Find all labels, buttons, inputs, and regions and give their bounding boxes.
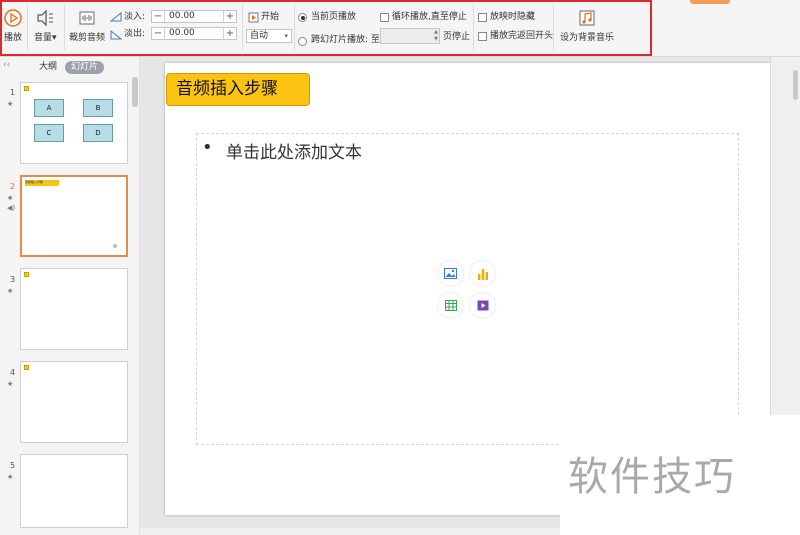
top-accent-tab[interactable] [690, 0, 730, 4]
slide-thumbnail-4[interactable] [20, 361, 128, 443]
start-label: 开始 [261, 12, 280, 22]
hide-during-show-checkbox[interactable] [478, 13, 487, 22]
chevron-down-icon: ▾ [284, 32, 288, 40]
collapse-panel-icon[interactable]: ‹‹ [3, 60, 10, 71]
loop-label: 循环播放,直至停止 [392, 12, 467, 22]
slide-number: 1 [10, 88, 16, 97]
start-mode-value: 自动 [250, 31, 269, 41]
diagram-box-c: C [34, 124, 64, 142]
diagram-box-a: A [34, 99, 64, 117]
separator [64, 4, 65, 50]
page-stop-label: 页停止 [443, 32, 471, 42]
table-icon [444, 300, 457, 311]
slide-thumbnail-5[interactable] [20, 454, 128, 528]
start-mode-select[interactable]: 自动 ▾ [246, 29, 292, 43]
trim-audio-icon [79, 11, 95, 25]
title-placeholder-marker [24, 365, 29, 370]
fade-in-decrement-button[interactable]: − [152, 11, 165, 22]
volume-button[interactable]: 音量▾ [34, 8, 57, 43]
trim-audio-button[interactable]: 裁剪音频 [69, 8, 105, 43]
fade-in-stepper[interactable]: − 00.00 + [151, 10, 237, 23]
title-placeholder-marker [24, 272, 29, 277]
insert-table-button[interactable] [438, 293, 463, 318]
rewind-checkbox[interactable] [478, 32, 487, 41]
fade-out-value[interactable]: 00.00 [165, 28, 223, 39]
stop-page-input[interactable]: ▲ ▼ [380, 28, 440, 44]
diagram-box-d: D [83, 124, 113, 142]
fade-in-label: 淡入: [124, 12, 146, 22]
play-icon [4, 9, 22, 27]
separator [27, 4, 28, 50]
animation-star-icon: ★ [7, 473, 14, 481]
insert-chart-button[interactable] [470, 261, 495, 286]
set-background-music-button[interactable]: 设为背景音乐 [560, 8, 614, 43]
placeholder-text[interactable]: 单击此处添加文本 [226, 138, 362, 163]
separator [553, 4, 554, 50]
slide-number: 3 [10, 275, 16, 284]
separator [294, 4, 295, 50]
fade-in-value[interactable]: 00.00 [165, 11, 223, 22]
separator [242, 4, 243, 50]
title-placeholder-marker [24, 86, 29, 91]
chart-icon [477, 268, 488, 280]
ribbon: 播放 音量▾ 裁剪音频 淡入: − 00.00 + 淡出: − 00.00 + [0, 0, 800, 57]
video-icon [477, 300, 488, 311]
fade-in-increment-button[interactable]: + [223, 11, 236, 22]
slide-number: 4 [10, 368, 16, 377]
start-icon [248, 12, 259, 23]
insert-media-button[interactable] [470, 293, 495, 318]
diagram-box-b: B [83, 99, 113, 117]
volume-label: 音量▾ [34, 33, 57, 43]
trim-audio-label: 裁剪音频 [69, 33, 106, 43]
picture-icon [444, 268, 457, 279]
animation-star-icon: ★ [7, 287, 14, 295]
mini-slide-title: 音频插入步骤 [25, 180, 59, 186]
insert-picture-button[interactable] [438, 261, 463, 286]
background-music-label: 设为背景音乐 [560, 33, 615, 43]
loop-checkbox[interactable] [380, 13, 389, 22]
fade-out-icon [110, 30, 122, 40]
slide-title[interactable]: 音频插入步骤 [166, 73, 310, 106]
canvas-scrollbar[interactable] [793, 70, 798, 100]
bullet-marker: • [202, 137, 213, 158]
status-bar [140, 528, 560, 535]
animation-star-icon: ★ [7, 194, 14, 202]
slide-number: 5 [10, 461, 16, 470]
slide-number: 2 [10, 182, 16, 191]
current-page-label: 当前页播放 [311, 12, 357, 22]
audio-icon: ◀) [7, 204, 16, 212]
play-label: 播放 [3, 33, 22, 43]
slide-thumbnail-2[interactable]: 音频插入步骤 [20, 175, 128, 257]
play-button[interactable]: 播放 [3, 8, 23, 43]
animation-star-icon: ★ [7, 380, 14, 388]
cross-slide-label: 跨幻灯片播放: 至 [311, 35, 380, 45]
fade-out-decrement-button[interactable]: − [152, 28, 165, 39]
fade-in-icon [110, 12, 122, 22]
separator [473, 4, 474, 50]
spin-arrows-icon[interactable]: ▲ ▼ [434, 29, 438, 43]
speaker-icon [37, 9, 54, 27]
fade-out-increment-button[interactable]: + [223, 28, 236, 39]
panel-scrollbar[interactable] [132, 77, 138, 107]
cross-slide-radio[interactable] [298, 37, 307, 46]
tab-slides[interactable]: 幻灯片 [65, 61, 105, 74]
fade-out-label: 淡出: [124, 29, 146, 39]
background-music-icon [579, 10, 595, 26]
slide-thumbnail-3[interactable] [20, 268, 128, 350]
audio-marker-icon [113, 244, 117, 248]
slide-thumbnail-1[interactable]: A B C D [20, 82, 128, 164]
content-placeholder[interactable] [196, 133, 739, 445]
current-page-radio[interactable] [298, 13, 307, 22]
tab-outline[interactable]: 大纲 [33, 61, 63, 74]
right-scroll-track [770, 57, 800, 415]
animation-star-icon: ★ [7, 100, 14, 108]
hide-during-show-label: 放映时隐藏 [490, 12, 536, 22]
watermark-text: 软件技巧 [568, 454, 736, 500]
rewind-label: 播放完返回开头 [490, 31, 554, 41]
fade-out-stepper[interactable]: − 00.00 + [151, 27, 237, 40]
